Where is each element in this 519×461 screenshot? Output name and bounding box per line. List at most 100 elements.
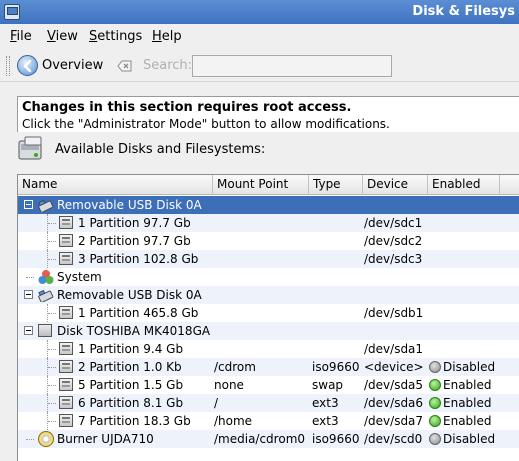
row-name: 6 Partition 8.1 Gb <box>78 396 184 410</box>
partition-icon <box>59 306 73 319</box>
app-icon[interactable] <box>4 4 20 20</box>
row-name: 1 Partition 465.8 Gb <box>78 306 199 320</box>
table-row[interactable]: 2 Partition 1.0 Kb/cdrom iso9660 <device> D… <box>18 358 519 376</box>
window-title: Disk & Filesys <box>412 4 515 19</box>
menu-file[interactable]: File <box>10 29 32 44</box>
row-name: 3 Partition 102.8 Gb <box>78 252 199 266</box>
table-row[interactable]: 3 Partition 102.8 Gb/dev/sdc3 <box>18 250 519 268</box>
row-name: 7 Partition 18.3 Gb <box>78 414 191 428</box>
table-row[interactable]: 2 Partition 97.7 Gb/dev/sdc2 <box>18 232 519 250</box>
row-name: 1 Partition 97.7 Gb <box>78 216 191 230</box>
table-row[interactable]: 1 Partition 465.8 Gb/dev/sdb1 <box>18 304 519 322</box>
table-row[interactable]: 5 Partition 1.5 Gb none swap/dev/sda5 Enabl… <box>18 376 519 394</box>
hard-disk-icon <box>38 324 52 337</box>
tree-group-row[interactable]: Removable USB Disk 0A <box>18 286 519 304</box>
row-name: Burner UJDA710 <box>57 432 154 446</box>
enabled-status-icon <box>429 397 441 409</box>
notice-body: Click the "Administrator Mode" button to… <box>22 117 390 131</box>
tree-line <box>48 259 56 260</box>
row-device: /dev/sda1 <box>364 342 424 356</box>
disk-tree[interactable]: Name Mount Point Type Device Enabled Rem… <box>17 174 519 461</box>
enabled-status-icon <box>429 415 441 427</box>
row-name: Disk TOSHIBA MK4018GA <box>57 324 211 338</box>
tree-line <box>48 241 56 242</box>
partition-icon <box>59 252 73 265</box>
notice-title: Changes in this section requires root ac… <box>22 100 352 115</box>
collapse-toggle[interactable] <box>24 290 33 299</box>
tree-group-row[interactable]: System <box>18 268 519 286</box>
partition-icon <box>59 414 73 427</box>
row-mount-point: none <box>214 378 244 392</box>
tree-line <box>48 367 56 368</box>
row-name: 2 Partition 1.0 Kb <box>78 360 182 374</box>
menu-settings[interactable]: Settings <box>89 29 142 44</box>
disabled-status-icon <box>429 361 441 373</box>
enabled-status-icon <box>429 379 441 391</box>
system-icon <box>38 269 54 285</box>
tree-line <box>48 313 56 314</box>
row-name: Removable USB Disk 0A <box>57 288 202 302</box>
search-input[interactable] <box>192 55 392 77</box>
tree-header: Name Mount Point Type Device Enabled <box>18 175 519 195</box>
row-device: /dev/scd0 <box>364 432 423 446</box>
row-name: 2 Partition 97.7 Gb <box>78 234 191 248</box>
row-type: ext3 <box>312 396 339 410</box>
clear-search-icon[interactable] <box>117 60 132 72</box>
menu-bar: File View Settings Help <box>0 26 519 48</box>
partition-icon <box>59 378 73 391</box>
row-enabled-status: Disabled <box>443 360 496 374</box>
overview-button[interactable]: Overview <box>42 58 103 73</box>
row-mount-point: / <box>214 396 219 410</box>
partition-icon <box>59 234 73 247</box>
tree-group-row[interactable]: Disk TOSHIBA MK4018GA <box>18 322 519 340</box>
hard-disk-icon <box>18 136 42 160</box>
menu-help[interactable]: Help <box>152 29 182 44</box>
title-bar: Disk & Filesys <box>0 0 519 24</box>
tree-line <box>26 277 34 278</box>
row-enabled-status: Enabled <box>443 396 492 410</box>
row-enabled-status: Enabled <box>443 378 492 392</box>
table-row[interactable]: 1 Partition 97.7 Gb/dev/sdc1 <box>18 214 519 232</box>
column-type[interactable]: Type <box>309 175 363 195</box>
partition-icon <box>59 216 73 229</box>
collapse-toggle[interactable] <box>24 200 33 209</box>
column-name[interactable]: Name <box>18 175 213 195</box>
row-device: /dev/sdc1 <box>364 216 423 230</box>
row-name: 1 Partition 9.4 Gb <box>78 342 184 356</box>
column-device[interactable]: Device <box>363 175 428 195</box>
section-label: Available Disks and Filesystems: <box>55 142 266 157</box>
tree-line <box>48 421 56 422</box>
table-row[interactable]: 7 Partition 18.3 Gb/home ext3/dev/sda7 Ena… <box>18 412 519 430</box>
usb-drive-icon <box>38 197 54 213</box>
row-enabled-status: Disabled <box>443 432 496 446</box>
row-name: Removable USB Disk 0A <box>57 198 202 212</box>
tree-line <box>48 385 56 386</box>
tree-group-row[interactable]: Removable USB Disk 0A <box>18 196 519 214</box>
row-type: ext3 <box>312 414 339 428</box>
row-name: 5 Partition 1.5 Gb <box>78 378 184 392</box>
row-device: /dev/sdc2 <box>364 234 423 248</box>
tree-line <box>48 349 56 350</box>
row-enabled-status: Enabled <box>443 414 492 428</box>
row-mount-point: /media/cdrom0 <box>214 432 306 446</box>
table-row[interactable]: 1 Partition 9.4 Gb/dev/sda1 <box>18 340 519 358</box>
back-arrow-icon[interactable] <box>17 55 38 76</box>
row-type: iso9660 <box>312 360 360 374</box>
row-device: /dev/sdc3 <box>364 252 423 266</box>
menu-view[interactable]: View <box>47 29 78 44</box>
cd-burner-icon <box>38 431 54 447</box>
table-row[interactable]: 6 Partition 8.1 Gb / ext3/dev/sda6 Enabled <box>18 394 519 412</box>
search-label: Search: <box>143 58 193 73</box>
column-enabled[interactable]: Enabled <box>428 175 500 195</box>
tree-group-row[interactable]: Burner UJDA710/media/cdrom0 iso9660/dev/s… <box>18 430 519 448</box>
row-device: <device> <box>364 360 424 374</box>
partition-icon <box>59 396 73 409</box>
row-device: /dev/sda5 <box>364 378 424 392</box>
row-type: swap <box>312 378 344 392</box>
collapse-toggle[interactable] <box>24 326 33 335</box>
toolbar-grip[interactable] <box>6 56 10 76</box>
column-mount-point[interactable]: Mount Point <box>213 175 309 195</box>
partition-icon <box>59 360 73 373</box>
tree-line <box>26 439 34 440</box>
row-mount-point: /home <box>214 414 253 428</box>
